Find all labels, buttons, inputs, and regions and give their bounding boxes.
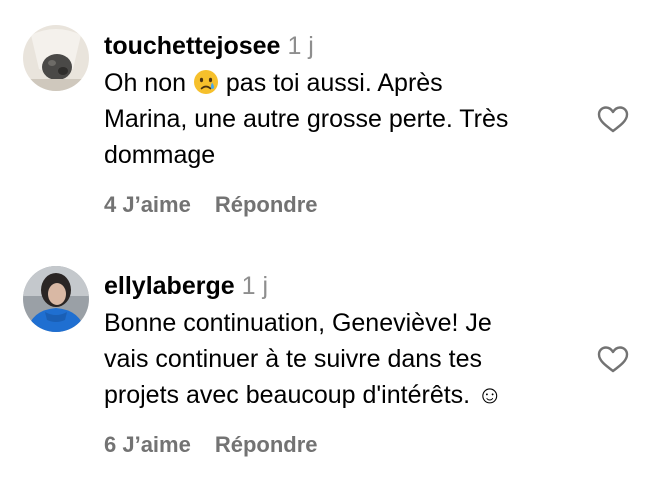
avatar-image [23,266,89,332]
comment-author[interactable]: ellylaberge 1 j [104,271,268,301]
username[interactable]: touchettejosee [104,32,280,60]
heart-outline-icon [597,106,629,133]
like-comment-button[interactable] [596,344,630,374]
likes-count[interactable]: 6 J’aime [104,432,191,457]
like-comment-button[interactable] [596,104,630,134]
reply-button[interactable]: Répondre [215,432,318,457]
reply-button[interactable]: Répondre [215,192,318,217]
avatar-image [23,25,89,91]
comment-text: Oh non pas toi aussi. Après Marina, une … [104,65,594,173]
avatar[interactable] [23,266,89,332]
comment-time[interactable]: 1 j [287,32,313,60]
comment-actions: 6 J’aime Répondre [104,432,318,458]
comment-text: Bonne continuation, Geneviève! Je vais c… [104,309,503,409]
sad-tear-emoji-icon [193,70,218,94]
comment-time[interactable]: 1 j [242,272,268,300]
comment-actions: 4 J’aime Répondre [104,192,318,218]
comment-text-part: Oh non [104,69,193,97]
username[interactable]: ellylaberge [104,272,235,300]
heart-outline-icon [597,346,629,373]
avatar[interactable] [23,25,89,91]
comment-author[interactable]: touchettejosee 1 j [104,31,314,61]
likes-count[interactable]: 4 J’aime [104,192,191,217]
